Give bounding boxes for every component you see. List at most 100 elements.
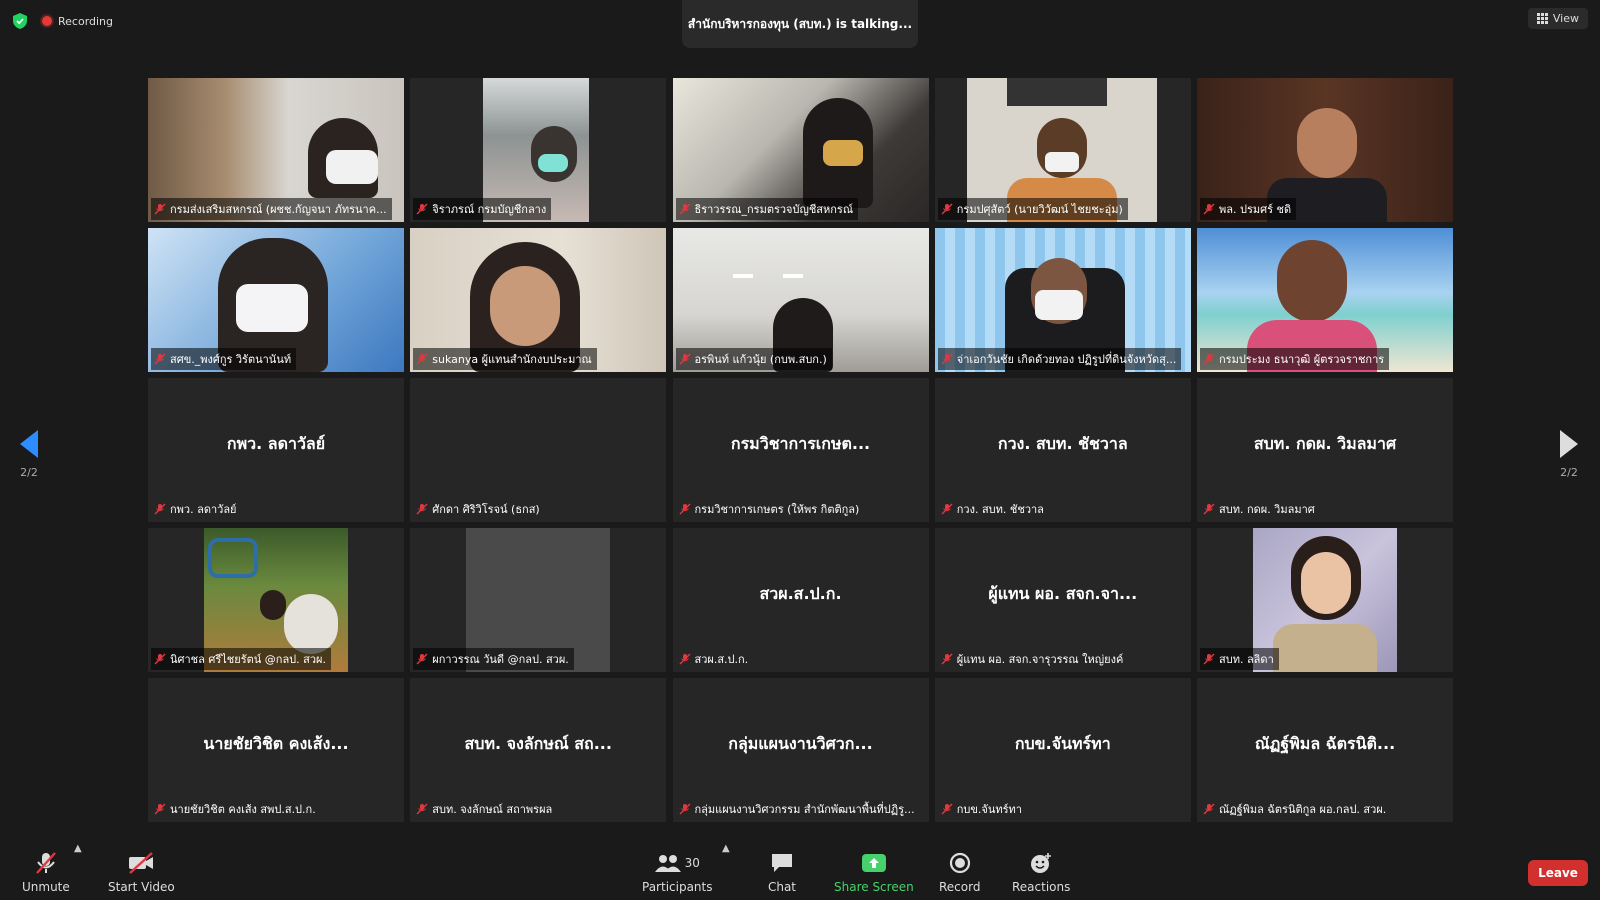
record-button[interactable]: Record	[939, 850, 980, 894]
participant-name-bar: sukanya ผู้แทนสำนักงบประมาณ	[413, 348, 597, 370]
recording-dot-icon	[42, 16, 52, 26]
mic-muted-icon	[1203, 803, 1215, 815]
chat-bubble-icon	[767, 850, 797, 876]
mic-muted-icon	[679, 203, 690, 215]
participant-name-bar: นายชัยวิชิต คงเส้ง สพป.ส.ป.ก.	[151, 798, 321, 820]
participant-display-name: สบท. จงลักษณ์ สถ...	[464, 734, 612, 753]
mic-muted-icon	[1203, 503, 1215, 515]
participant-tile[interactable]: ผู้แทน ผอ. สจก.จา... ผู้แทน ผอ. สจก.จารุ…	[934, 528, 1191, 672]
participants-button[interactable]: 30 Participants	[642, 850, 713, 894]
page-indicator-left: 2/2	[20, 466, 38, 479]
reactions-button[interactable]: Reactions	[1012, 850, 1070, 894]
mic-muted-icon	[679, 803, 690, 815]
participant-name-bar: กลุ่มแผนงานวิศวกรรม สำนักพัฒนาพื้นที่ปฏิ…	[676, 798, 920, 820]
participant-name-bar: ศักดา ศิริวิโรจน์ (ธกส)	[413, 498, 544, 520]
participant-tile[interactable]: จ่าเอกวันชัย เกิดด้วยทอง ปฏิรูปที่ดินจัง…	[934, 228, 1191, 372]
participant-tile[interactable]: สวผ.ส.ป.ก. สวผ.ส.ป.ก.	[672, 528, 929, 672]
reactions-label: Reactions	[1012, 880, 1071, 894]
participant-name: สบท. ลลิดา	[1219, 653, 1274, 666]
participant-name-bar: สบท. ลลิดา	[1200, 648, 1279, 670]
video-camera-off-icon	[126, 850, 156, 876]
participant-name-bar: สบท. กดผ. วิมลมาศ	[1200, 498, 1320, 520]
participant-name-bar: กวง. สบท. ชัชวาล	[938, 498, 1049, 520]
participant-name: อรพินท์ แก้วนุ้ย (กบพ.สบก.)	[694, 353, 827, 366]
mic-muted-icon	[941, 653, 953, 665]
mic-muted-icon	[941, 803, 953, 815]
participant-name: พล. ปรมศร์ ชดิ	[1219, 203, 1292, 216]
start-video-button[interactable]: Start Video	[108, 850, 175, 894]
participant-name-bar: กรมส่งเสริมสหกรณ์ (ผชช.กัญจนา ภัทรนาค...	[151, 198, 392, 220]
mic-muted-icon	[416, 503, 428, 515]
chat-button[interactable]: Chat	[767, 850, 797, 894]
participant-name-bar: กรมประมง ธนาวุฒิ ผู้ตรวจราชการ	[1200, 348, 1390, 370]
participant-tile[interactable]: พล. ปรมศร์ ชดิ	[1197, 78, 1453, 222]
participant-tile[interactable]: สศข._พงศ์กูร วิรัตนานันท์	[148, 228, 404, 372]
participant-tile[interactable]: กพว. ลดาวัลย์ กพว. ลดาวัลย์	[148, 378, 404, 522]
participant-display-name: สวผ.ส.ป.ก.	[759, 584, 842, 603]
participant-tile[interactable]: กรมวิชาการเกษต... กรมวิชาการเกษตร (ให้พร…	[672, 378, 929, 522]
share-screen-label: Share Screen	[834, 880, 914, 894]
leave-meeting-button[interactable]: Leave	[1528, 860, 1588, 886]
audio-options-caret-icon[interactable]: ▲	[74, 843, 82, 854]
mic-muted-icon	[154, 503, 166, 515]
participant-name: สวผ.ส.ป.ก.	[694, 653, 749, 666]
share-screen-button[interactable]: Share Screen	[834, 850, 914, 894]
participant-display-name: สบท. กดผ. วิมลมาศ	[1253, 434, 1397, 453]
participant-name-bar: ธิราวรรณ_กรมตรวจบัญชีสหกรณ์	[675, 198, 859, 220]
recording-indicator[interactable]: Recording	[42, 15, 113, 28]
participant-name: กวง. สบท. ชัชวาล	[956, 503, 1044, 516]
participant-tile[interactable]: สบท. กดผ. วิมลมาศ สบท. กดผ. วิมลมาศ	[1197, 378, 1453, 522]
participant-tile[interactable]: กวง. สบท. ชัชวาล กวง. สบท. ชัชวาล	[934, 378, 1191, 522]
participant-name: จ่าเอกวันชัย เกิดด้วยทอง ปฏิรูปที่ดินจัง…	[956, 353, 1177, 366]
participant-tile[interactable]: อรพินท์ แก้วนุ้ย (กบพ.สบก.)	[672, 228, 929, 372]
view-button[interactable]: View	[1527, 8, 1588, 29]
leave-label: Leave	[1538, 866, 1578, 880]
participant-tile[interactable]: กรมส่งเสริมสหกรณ์ (ผชช.กัญจนา ภัทรนาค...	[148, 78, 404, 222]
participant-name-bar: สศข._พงศ์กูร วิรัตนานันท์	[151, 348, 297, 370]
participant-tile[interactable]: สบท. จงลักษณ์ สถ... สบท. จงลักษณ์ สถาพรผ…	[410, 678, 667, 822]
mic-muted-icon	[416, 803, 428, 815]
participant-tile[interactable]: นิศาชล ศรีไชยรัตน์ @กลป. สวผ.	[148, 528, 404, 672]
participant-tile[interactable]: นายชัยวิชิต คงเส้ง... นายชัยวิชิต คงเส้ง…	[148, 678, 404, 822]
participant-name: กรมวิชาการเกษตร (ให้พร กิตติกูล)	[694, 503, 860, 516]
participant-name-bar: สวผ.ส.ป.ก.	[676, 648, 754, 670]
active-speaker-banner: สำนักบริหารกองทุน (สบท.) is talking...	[682, 0, 918, 48]
participant-tile[interactable]: กบข.จันทร์ทา กบข.จันทร์ทา	[934, 678, 1191, 822]
participant-tile[interactable]: กรมประมง ธนาวุฒิ ผู้ตรวจราชการ	[1197, 228, 1453, 372]
mic-muted-icon	[679, 653, 690, 665]
participant-name-bar: กบข.จันทร์ทา	[938, 798, 1027, 820]
participant-tile[interactable]: ผกาวรรณ วันดี @กลป. สวผ.	[410, 528, 667, 672]
participants-count: 30	[684, 856, 700, 870]
participant-tile[interactable]: กลุ่มแผนงานวิศวก... กลุ่มแผนงานวิศวกรรม …	[672, 678, 929, 822]
participant-name: กลุ่มแผนงานวิศวกรรม สำนักพัฒนาพื้นที่ปฏิ…	[694, 803, 915, 816]
share-screen-icon	[859, 850, 889, 876]
participant-tile[interactable]: sukanya ผู้แทนสำนักงบประมาณ	[410, 228, 667, 372]
participant-name-bar: พล. ปรมศร์ ชดิ	[1200, 198, 1297, 220]
participant-display-name: กบข.จันทร์ทา	[1014, 734, 1111, 753]
participant-name: sukanya ผู้แทนสำนักงบประมาณ	[432, 353, 592, 366]
participant-name: กบข.จันทร์ทา	[956, 803, 1022, 816]
participant-tile[interactable]: สบท. ลลิดา	[1197, 528, 1453, 672]
next-page-button[interactable]: 2/2	[1554, 430, 1584, 479]
meeting-toolbar: Unmute ▲ Start Video 30 Participants ▲ C…	[0, 832, 1600, 900]
participant-tile[interactable]: ศักดา ศิริวิโรจน์ (ธกส)	[410, 378, 667, 522]
participant-name: สศข._พงศ์กูร วิรัตนานันท์	[170, 353, 292, 366]
mic-muted-icon	[154, 653, 166, 665]
participant-name: นิศาชล ศรีไชยรัตน์ @กลป. สวผ.	[170, 653, 326, 666]
encryption-shield-icon[interactable]	[12, 12, 28, 30]
previous-page-button[interactable]: 2/2	[14, 430, 44, 479]
participant-tile[interactable]: กรมปศุสัตว์ (นายวิวัฒน์ ไชยชะอุ่ม)	[934, 78, 1191, 222]
unmute-label: Unmute	[22, 880, 70, 894]
mic-muted-icon	[154, 803, 166, 815]
participant-tile[interactable]: ธิราวรรณ_กรมตรวจบัญชีสหกรณ์	[672, 78, 929, 222]
participant-name: ผกาวรรณ วันดี @กลป. สวผ.	[432, 653, 569, 666]
participant-tile[interactable]: ณัฏฐ์พิมล ฉัตรนิติ... ณัฏฐ์พิมล ฉัตรนิติ…	[1197, 678, 1453, 822]
participant-display-name: ณัฏฐ์พิมล ฉัตรนิติ...	[1254, 734, 1396, 753]
participant-tile[interactable]: จิราภรณ์ กรมบัญชีกลาง	[410, 78, 667, 222]
participant-display-name: นายชัยวิชิต คงเส้ง...	[203, 734, 349, 753]
participants-options-caret-icon[interactable]: ▲	[722, 843, 730, 854]
unmute-button[interactable]: Unmute	[22, 850, 70, 894]
participant-name-bar: กรมปศุสัตว์ (นายวิวัฒน์ ไชยชะอุ่ม)	[937, 198, 1128, 220]
recording-label: Recording	[58, 14, 114, 28]
participant-name: กรมส่งเสริมสหกรณ์ (ผชช.กัญจนา ภัทรนาค...	[170, 203, 387, 216]
